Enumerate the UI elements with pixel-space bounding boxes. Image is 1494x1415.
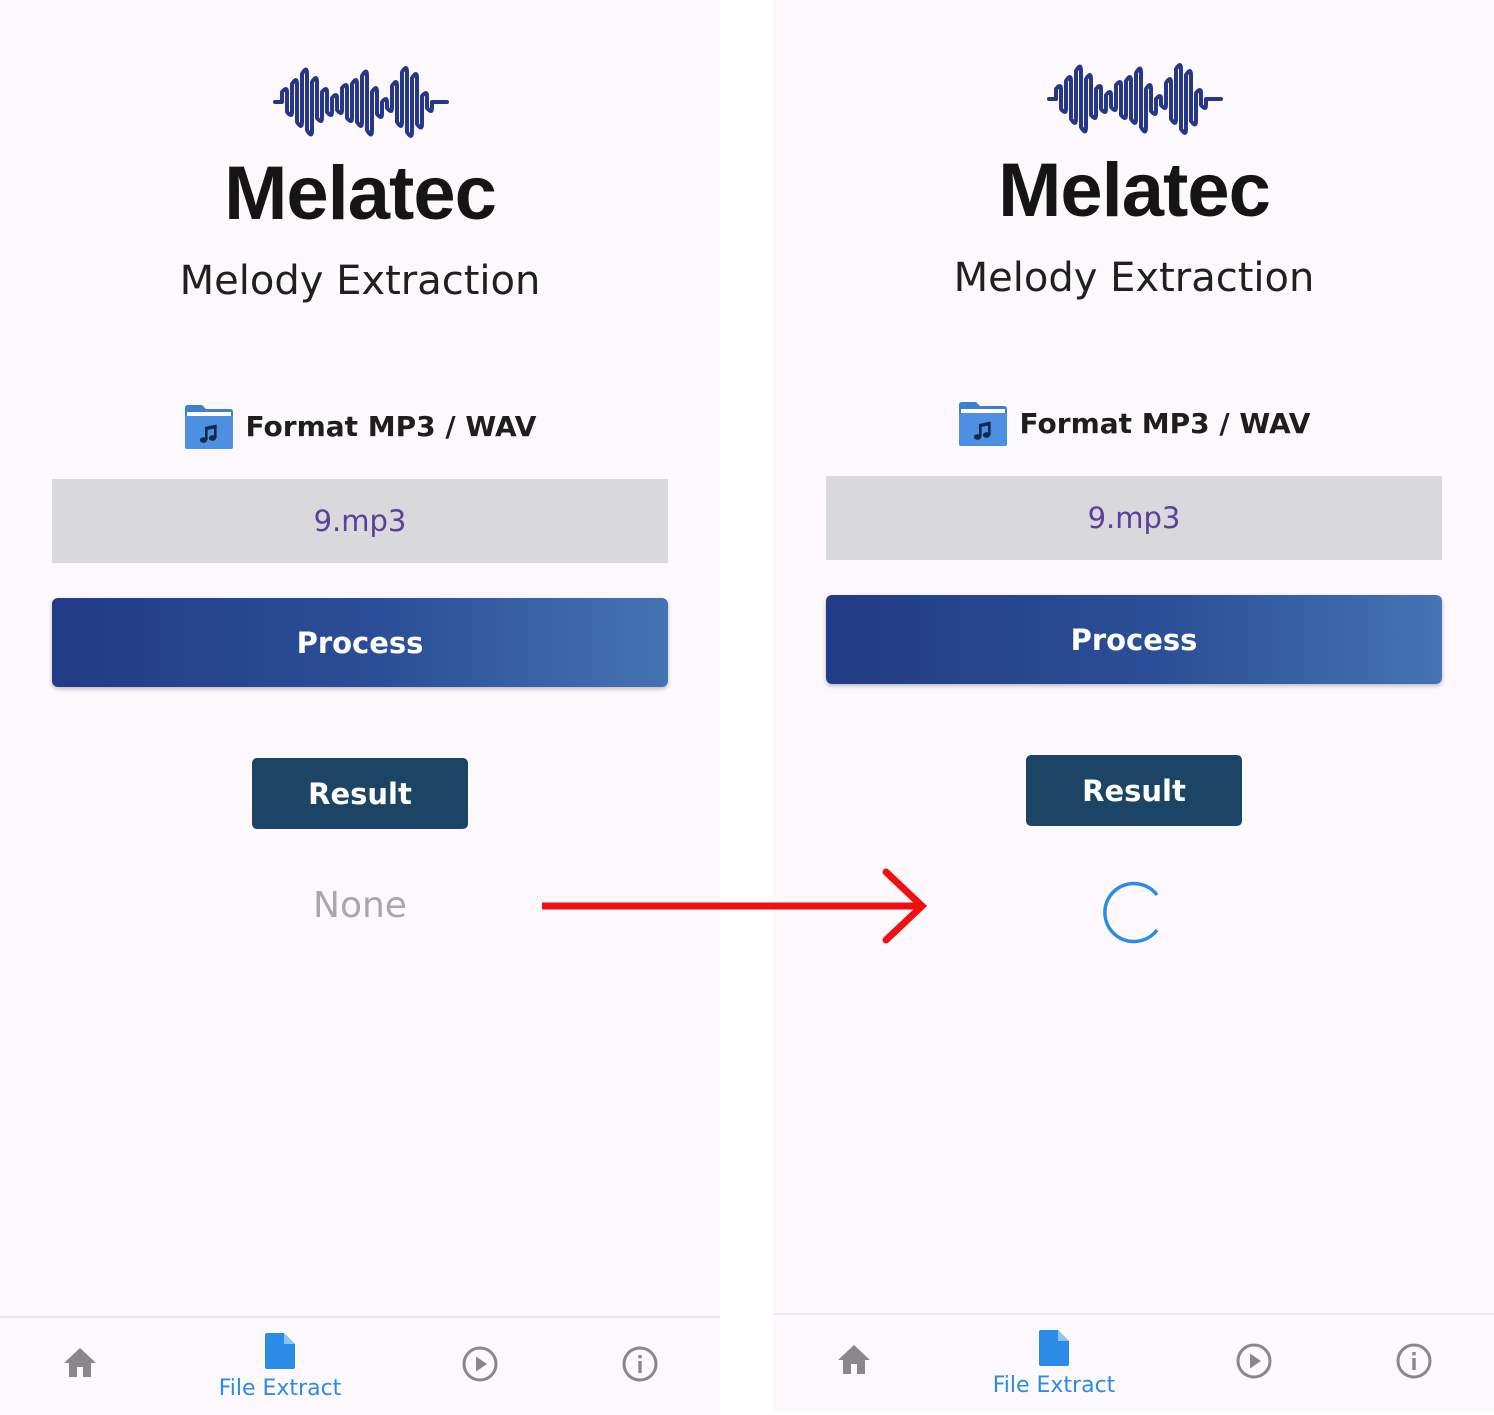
format-info: Format MP3 / WAV [0, 402, 720, 450]
home-icon [64, 1348, 96, 1377]
bottom-navigation: File Extract [774, 1313, 1494, 1412]
play-circle-icon [1236, 1343, 1272, 1379]
process-button[interactable]: Process [826, 595, 1442, 684]
nav-file-extract-label: File Extract [218, 1376, 342, 1401]
file-icon [1039, 1330, 1069, 1366]
app-subtitle: Melody Extraction [953, 255, 1315, 301]
nav-home[interactable] [774, 1315, 954, 1412]
play-circle-icon [462, 1346, 498, 1382]
app-title: Melatec [224, 151, 497, 236]
nav-info[interactable] [550, 1318, 720, 1415]
process-button[interactable]: Process [52, 598, 668, 687]
nav-play[interactable] [1164, 1315, 1344, 1412]
loading-spinner-icon [1103, 881, 1159, 944]
screen-processing: Melatec Melody Extraction Format MP3 / W… [774, 0, 1494, 1412]
selected-file-field[interactable]: 9.mp3 [52, 479, 668, 563]
format-label: Format MP3 / WAV [245, 409, 537, 443]
format-info: Format MP3 / WAV [774, 399, 1494, 447]
bottom-navigation: File Extract [0, 1316, 720, 1415]
result-button[interactable]: Result [252, 758, 468, 829]
nav-file-extract[interactable]: File Extract [964, 1315, 1144, 1412]
nav-file-extract[interactable]: File Extract [190, 1318, 370, 1415]
red-arrow-icon [542, 868, 928, 944]
app-title: Melatec [998, 148, 1271, 233]
nav-home[interactable] [0, 1318, 180, 1415]
file-icon [265, 1333, 295, 1369]
music-folder-icon [958, 402, 1007, 446]
format-label: Format MP3 / WAV [1019, 406, 1311, 440]
sound-wave-logo-icon [273, 66, 449, 138]
music-folder-icon [184, 405, 233, 449]
result-button[interactable]: Result [1026, 755, 1242, 826]
app-subtitle: Melody Extraction [179, 258, 541, 304]
selected-file-field[interactable]: 9.mp3 [826, 476, 1442, 560]
info-icon [622, 1346, 658, 1382]
nav-info[interactable] [1324, 1315, 1494, 1412]
info-icon [1396, 1343, 1432, 1379]
nav-file-extract-label: File Extract [992, 1373, 1116, 1398]
nav-play[interactable] [390, 1318, 570, 1415]
screen-before-processing: Melatec Melody Extraction Format MP3 / W… [0, 0, 720, 1415]
home-icon [838, 1345, 870, 1374]
sound-wave-logo-icon [1047, 63, 1223, 135]
